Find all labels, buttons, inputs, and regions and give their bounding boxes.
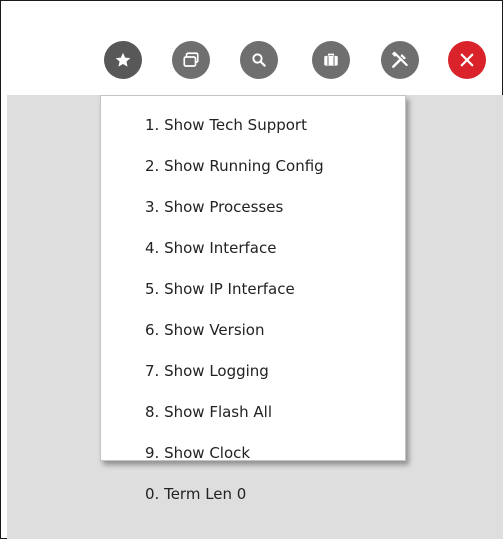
star-icon xyxy=(115,52,131,67)
favorites-button[interactable] xyxy=(104,41,142,79)
menu-item-show-interface[interactable]: 4. Show Interface xyxy=(101,228,405,269)
briefcase-icon xyxy=(324,53,338,66)
menu-item-show-flash-all[interactable]: 8. Show Flash All xyxy=(101,392,405,433)
windows-button[interactable] xyxy=(172,41,210,79)
tools-button[interactable] xyxy=(381,41,419,79)
menu-item-show-processes[interactable]: 3. Show Processes xyxy=(101,187,405,228)
tools-icon xyxy=(391,51,408,68)
menu-item-term-len-0[interactable]: 0. Term Len 0 xyxy=(101,474,405,515)
search-icon xyxy=(252,53,266,67)
favorites-dropdown-menu: 1. Show Tech Support 2. Show Running Con… xyxy=(100,95,406,503)
menu-item-show-logging[interactable]: 7. Show Logging xyxy=(101,351,405,392)
menu-item-show-tech-support[interactable]: 1. Show Tech Support xyxy=(101,105,405,146)
windows-icon xyxy=(183,52,199,67)
menu-item-show-running-config[interactable]: 2. Show Running Config xyxy=(101,146,405,187)
briefcase-button[interactable] xyxy=(312,41,350,79)
menu-item-show-version[interactable]: 6. Show Version xyxy=(101,310,405,351)
close-button[interactable] xyxy=(448,41,486,79)
menu-item-show-clock[interactable]: 9. Show Clock xyxy=(101,433,405,474)
search-button[interactable] xyxy=(240,41,278,79)
close-icon xyxy=(460,53,474,67)
toolbar xyxy=(0,0,503,90)
menu-item-show-ip-interface[interactable]: 5. Show IP Interface xyxy=(101,269,405,310)
